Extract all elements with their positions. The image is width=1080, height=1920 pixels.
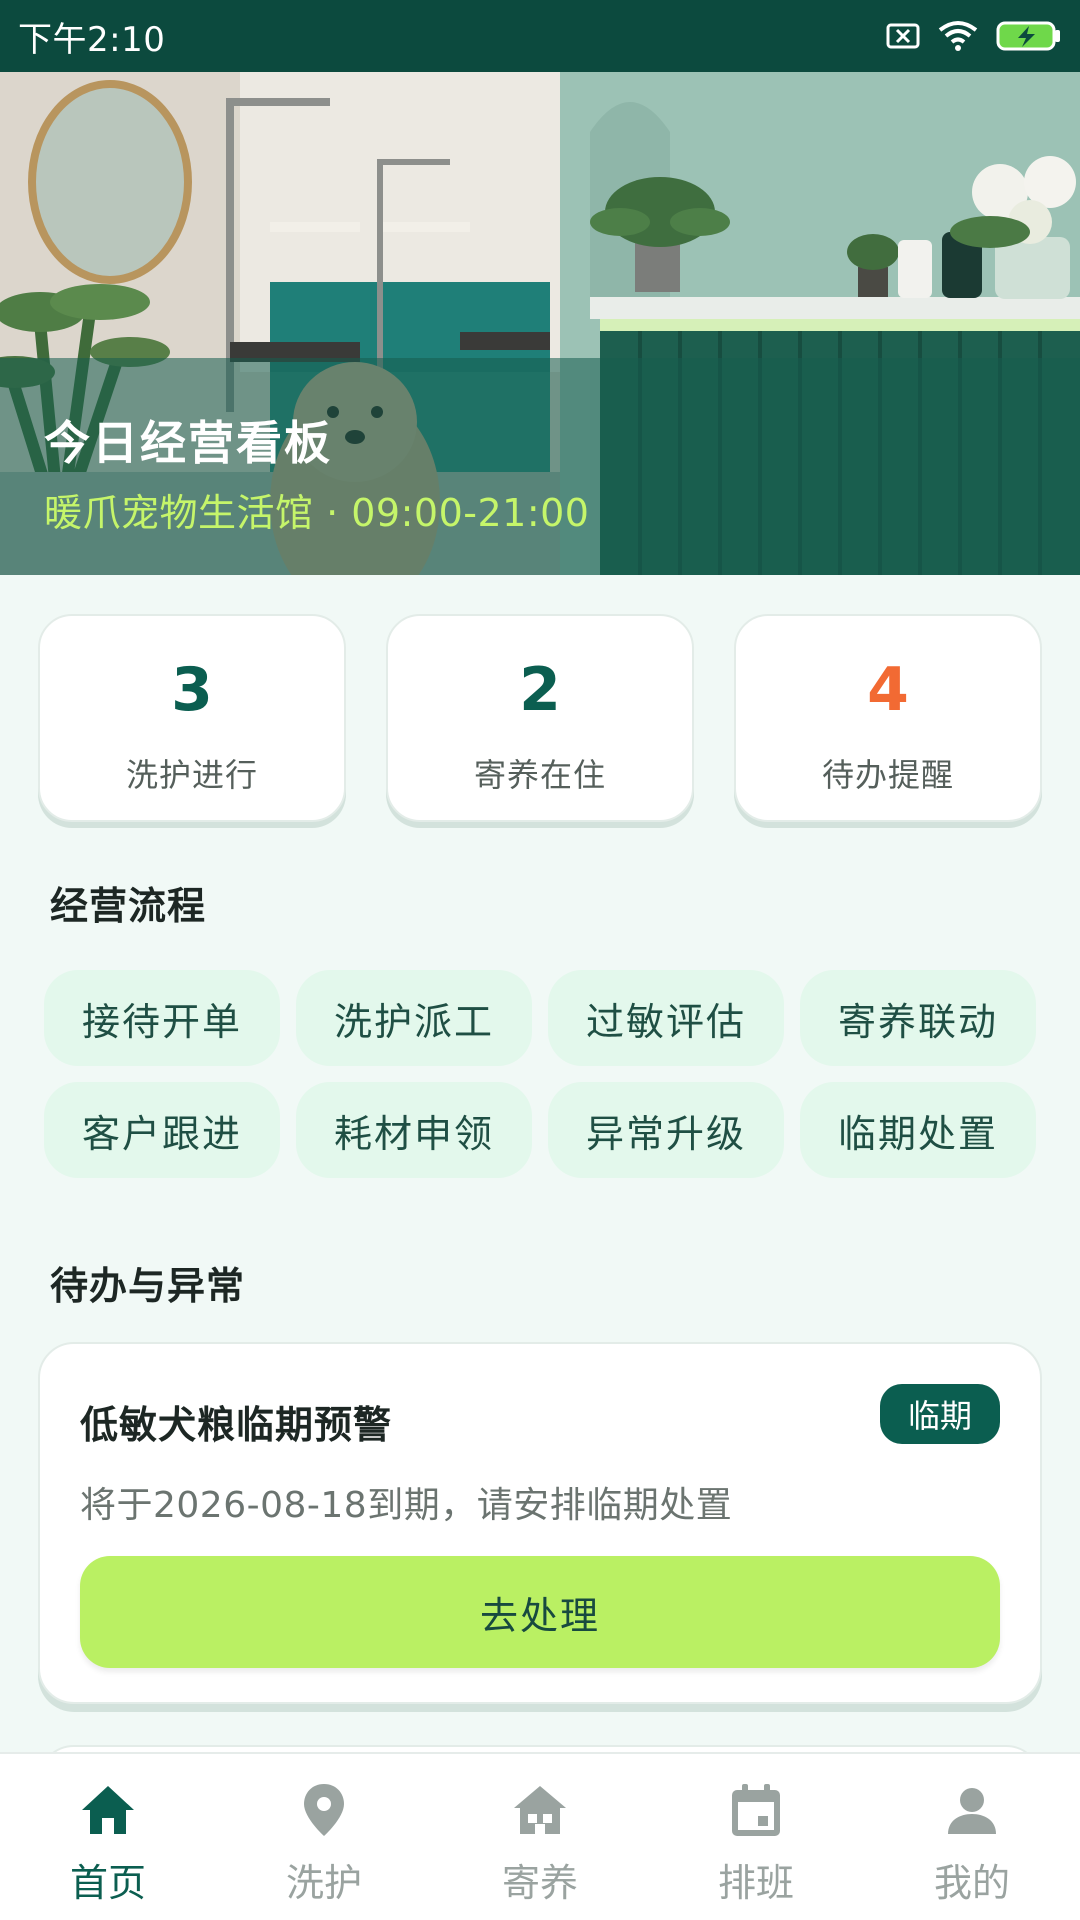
nav-boarding[interactable]: 寄养	[432, 1754, 648, 1920]
status-bar: 下午2:10	[0, 0, 1080, 72]
pet-house-icon	[514, 1786, 566, 1834]
chip-escalation[interactable]: 异常升级	[548, 1082, 784, 1178]
home-icon	[82, 1786, 134, 1834]
handle-button[interactable]: 去处理	[80, 1556, 1000, 1668]
chip-allergy-assessment[interactable]: 过敏评估	[548, 970, 784, 1066]
chip-boarding-link[interactable]: 寄养联动	[800, 970, 1036, 1066]
battery-charging-icon	[996, 20, 1062, 52]
nav-grooming[interactable]: 洗护	[216, 1754, 432, 1920]
chip-reception[interactable]: 接待开单	[44, 970, 280, 1066]
chip-customer-followup[interactable]: 客户跟进	[44, 1082, 280, 1178]
alert-card: 低敏犬粮临期预警 临期 将于2026-08-18到期，请安排临期处置 去处理	[38, 1342, 1042, 1704]
bottom-nav: 首页 洗护 寄养 排班 我的	[0, 1752, 1080, 1920]
nav-label: 我的	[933, 1861, 1010, 1905]
nav-label: 洗护	[285, 1861, 362, 1905]
status-time: 下午2:10	[18, 19, 166, 60]
stat-value: 4	[867, 655, 909, 725]
todo-section-title: 待办与异常	[50, 1264, 246, 1308]
sim-off-icon	[886, 22, 920, 50]
chip-supply-request[interactable]: 耗材申领	[296, 1082, 532, 1178]
stat-card-boarding[interactable]: 2 寄养在住	[386, 614, 694, 822]
nav-label: 首页	[69, 1861, 146, 1905]
stat-value: 3	[171, 655, 213, 725]
stats-row: 3 洗护进行 2 寄养在住 4 待办提醒	[38, 614, 1042, 824]
stat-card-grooming[interactable]: 3 洗护进行	[38, 614, 346, 822]
hero-banner: 今日经营看板 暖爪宠物生活馆 · 09:00-21:00	[0, 72, 1080, 575]
process-section-title: 经营流程	[50, 884, 207, 928]
nav-home[interactable]: 首页	[0, 1754, 216, 1920]
stat-card-todo[interactable]: 4 待办提醒	[734, 614, 1042, 822]
nav-label: 排班	[717, 1861, 794, 1905]
calendar-icon	[732, 1784, 780, 1836]
stat-label: 洗护进行	[125, 756, 258, 794]
person-icon	[948, 1788, 996, 1834]
hero-title: 今日经营看板	[44, 416, 332, 470]
stat-label: 寄养在住	[473, 756, 606, 794]
nav-profile[interactable]: 我的	[864, 1754, 1080, 1920]
wifi-icon	[938, 20, 978, 52]
status-icons	[886, 20, 1062, 52]
chip-grooming-dispatch[interactable]: 洗护派工	[296, 970, 532, 1066]
alert-title: 低敏犬粮临期预警	[80, 1403, 393, 1447]
nav-label: 寄养	[501, 1861, 578, 1905]
status-badge: 临期	[880, 1384, 1000, 1444]
alert-description: 将于2026-08-18到期，请安排临期处置	[80, 1485, 733, 1526]
stat-label: 待办提醒	[821, 756, 954, 794]
process-chips: 接待开单 洗护派工 过敏评估 寄养联动 客户跟进 耗材申领 异常升级 临期处置	[44, 970, 1040, 1180]
stat-value: 2	[519, 655, 561, 725]
nav-schedule[interactable]: 排班	[648, 1754, 864, 1920]
chip-expiry-handling[interactable]: 临期处置	[800, 1082, 1036, 1178]
location-pin-icon	[304, 1784, 344, 1836]
hero-subtitle: 暖爪宠物生活馆 · 09:00-21:00	[44, 491, 590, 535]
